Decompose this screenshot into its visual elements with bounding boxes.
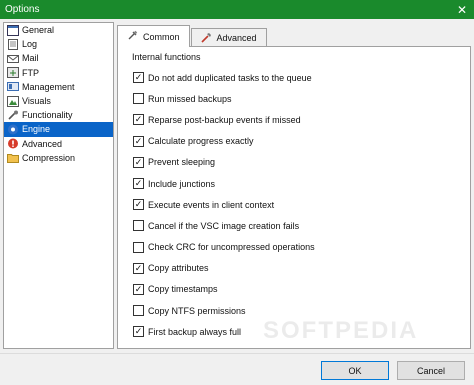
option-label[interactable]: Reparse post-backup events if missed xyxy=(148,115,301,125)
sidebar-item-label: General xyxy=(22,25,55,36)
option-label[interactable]: Copy attributes xyxy=(148,263,209,273)
option-label[interactable]: Copy timestamps xyxy=(148,284,218,294)
sidebar-item-label: Engine xyxy=(22,124,51,135)
option-row: ✓ Prevent sleeping xyxy=(133,152,315,173)
engine-icon xyxy=(7,124,19,135)
option-row: Cancel if the VSC image creation fails xyxy=(133,215,315,236)
sidebar-item-ftp[interactable]: FTP xyxy=(4,66,113,80)
sidebar-item-general[interactable]: General xyxy=(4,23,113,37)
sidebar-item-label: Compression xyxy=(22,152,76,163)
compression-icon xyxy=(7,152,19,164)
option-checkbox[interactable] xyxy=(133,93,144,105)
option-row: ✓ Calculate progress exactly xyxy=(133,131,315,152)
option-checkbox[interactable]: ✓ xyxy=(133,262,144,274)
option-row: ✓ Copy attributes xyxy=(133,258,315,279)
sidebar-item-label: Visuals xyxy=(22,96,51,107)
mail-icon xyxy=(7,53,19,64)
general-icon xyxy=(7,24,19,36)
option-label[interactable]: Check CRC for uncompressed operations xyxy=(148,242,315,252)
option-label[interactable]: Calculate progress exactly xyxy=(148,136,254,146)
window-title: Options xyxy=(5,4,40,15)
option-label[interactable]: Run missed backups xyxy=(148,94,232,104)
common-tab-icon xyxy=(127,30,138,43)
internal-functions-list: ✓ Do not add duplicated tasks to the queu… xyxy=(133,67,315,342)
tab-common-label: Common xyxy=(143,31,180,42)
option-checkbox[interactable]: ✓ xyxy=(133,178,144,190)
common-tab-panel: Internal functions ✓ Do not add duplicate… xyxy=(117,46,471,349)
option-label[interactable]: Execute events in client context xyxy=(148,200,274,210)
sidebar-item-label: Mail xyxy=(22,53,39,64)
option-checkbox[interactable]: ✓ xyxy=(133,135,144,147)
option-label[interactable]: Cancel if the VSC image creation fails xyxy=(148,221,299,231)
option-label[interactable]: Copy NTFS permissions xyxy=(148,306,246,316)
option-row: ✓ Include junctions xyxy=(133,173,315,194)
option-checkbox[interactable]: ✓ xyxy=(133,199,144,211)
sidebar-item-log[interactable]: Log xyxy=(4,37,113,51)
option-row: ✓ Reparse post-backup events if missed xyxy=(133,109,315,130)
option-label[interactable]: Include junctions xyxy=(148,179,215,189)
option-label[interactable]: First backup always full xyxy=(148,327,241,337)
option-row: ✓ Copy timestamps xyxy=(133,279,315,300)
sidebar-item-label: Advanced xyxy=(22,138,63,149)
dialog-footer: OK Cancel xyxy=(0,353,474,385)
option-row: ✓ Do not add duplicated tasks to the queu… xyxy=(133,67,315,88)
close-icon[interactable]: ✕ xyxy=(450,0,474,19)
advanced-icon xyxy=(7,138,19,149)
group-title: Internal functions xyxy=(132,52,201,62)
functionality-icon xyxy=(7,110,19,121)
ok-button[interactable]: OK xyxy=(321,361,389,380)
option-checkbox[interactable]: ✓ xyxy=(133,114,144,126)
log-icon xyxy=(7,38,19,50)
option-row: Check CRC for uncompressed operations xyxy=(133,237,315,258)
tab-advanced[interactable]: Advanced xyxy=(190,28,267,47)
sidebar-item-compression[interactable]: Compression xyxy=(4,151,113,165)
option-checkbox[interactable] xyxy=(133,305,144,317)
sidebar-item-visuals[interactable]: Visuals xyxy=(4,94,113,108)
sidebar-item-label: Log xyxy=(22,39,38,50)
tab-common[interactable]: Common xyxy=(117,25,190,47)
main-panel: Common Advanced Internal functions ✓ Do n… xyxy=(117,22,471,349)
sidebar-item-label: Management xyxy=(22,81,75,92)
ftp-icon xyxy=(7,67,19,79)
sidebar-item-mail[interactable]: Mail xyxy=(4,51,113,65)
option-checkbox[interactable]: ✓ xyxy=(133,283,144,295)
options-category-list: General Log Mail FTP Management Visuals Functi… xyxy=(3,22,114,349)
visuals-icon xyxy=(7,95,19,107)
option-checkbox[interactable] xyxy=(133,241,144,253)
option-checkbox[interactable]: ✓ xyxy=(133,72,144,84)
option-label[interactable]: Do not add duplicated tasks to the queue xyxy=(148,73,312,83)
option-checkbox[interactable]: ✓ xyxy=(133,156,144,168)
management-icon xyxy=(7,81,19,92)
softpedia-watermark: SOFTPEDIA xyxy=(263,317,419,344)
sidebar-item-engine[interactable]: Engine xyxy=(4,122,113,137)
advanced-tab-icon xyxy=(200,32,212,45)
option-row: ✓ Execute events in client context xyxy=(133,194,315,215)
option-label[interactable]: Prevent sleeping xyxy=(148,157,215,167)
option-row: Run missed backups xyxy=(133,88,315,109)
cancel-button[interactable]: Cancel xyxy=(397,361,465,380)
window-titlebar: Options ✕ xyxy=(0,0,474,19)
sidebar-item-label: Functionality xyxy=(22,110,73,121)
option-checkbox[interactable] xyxy=(133,220,144,232)
sidebar-item-label: FTP xyxy=(22,67,39,78)
tab-advanced-label: Advanced xyxy=(216,33,257,43)
sidebar-item-advanced[interactable]: Advanced xyxy=(4,137,113,151)
sidebar-item-management[interactable]: Management xyxy=(4,80,113,94)
tab-strip: Common Advanced xyxy=(117,25,268,47)
sidebar-item-functionality[interactable]: Functionality xyxy=(4,108,113,122)
option-checkbox[interactable]: ✓ xyxy=(133,326,144,338)
